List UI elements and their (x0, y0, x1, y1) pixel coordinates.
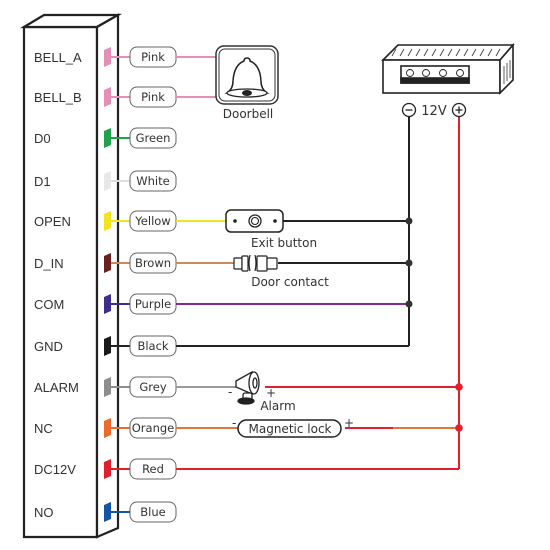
pin-label: ALARM (34, 380, 79, 395)
pin-row-gnd: GND Black (34, 335, 177, 357)
pin-row-alarm: ALARM Grey (34, 376, 177, 398)
wire-color-swatch (104, 336, 111, 356)
pin-label: D0 (34, 131, 51, 146)
pin-row-d-in: D_IN Brown (34, 252, 177, 274)
wire-color-swatch (104, 47, 111, 67)
pin-label: NC (34, 421, 53, 436)
wire-color-swatch (104, 211, 111, 231)
pin-row-com: COM Purple (34, 293, 177, 315)
lock-plus: + (344, 416, 354, 430)
wire-color-swatch (104, 294, 111, 314)
pin-label: D1 (34, 174, 51, 189)
pin-label: GND (34, 339, 63, 354)
wire-color-swatch (104, 377, 111, 397)
power-supply-icon (381, 42, 515, 95)
negative-bus (176, 117, 410, 347)
wire-color-label: Orange (132, 421, 175, 435)
wire-color-swatch (104, 459, 111, 479)
exit-button-icon (225, 209, 284, 233)
power-plus-terminal (451, 102, 467, 118)
door-contact-icon (233, 254, 278, 272)
pin-label: OPEN (34, 214, 71, 229)
door-contact-label: Door contact (251, 275, 329, 289)
wire-color-swatch (104, 87, 111, 107)
wiring-diagram: BELL_A Pink BELL_B Pink D0 Green D1 White OPEN Ye… (20, 13, 515, 539)
pin-label: BELL_B (34, 90, 82, 105)
wire-color-label: Black (137, 339, 168, 353)
wire-color-swatch (104, 502, 111, 522)
doorbell-wires (176, 56, 216, 98)
wire-color-swatch (104, 418, 111, 438)
wire-color-label: Red (142, 462, 164, 476)
wire-color-swatch (104, 253, 111, 273)
pin-row-bell-b: BELL_B Pink (34, 86, 177, 108)
doorbell-icon (215, 45, 279, 105)
alarm-siren-icon (235, 370, 260, 405)
magnetic-lock-label: Magnetic lock (249, 422, 332, 436)
wire-color-label: Blue (140, 505, 165, 519)
pin-label: BELL_A (34, 50, 82, 65)
lock-minus: - (232, 416, 236, 430)
wire-color-label: Pink (141, 90, 165, 104)
pin-row-dc12v: DC12V Red (34, 458, 177, 480)
pin-label: COM (34, 297, 64, 312)
alarm-minus: - (228, 385, 232, 399)
doorbell-label: Doorbell (223, 107, 274, 121)
pin-label: DC12V (34, 462, 76, 477)
wire-color-label: Purple (135, 297, 171, 311)
exit-button-label: Exit button (251, 236, 317, 250)
wire-color-label: Brown (135, 256, 171, 270)
wire-color-label: Green (136, 131, 171, 145)
pin-label: D_IN (34, 256, 64, 271)
wire-color-swatch (104, 128, 111, 148)
power-minus-terminal (401, 102, 417, 118)
pin-label: NO (34, 505, 54, 520)
power-voltage-label: 12V (421, 104, 447, 119)
wire-color-label: Yellow (134, 214, 170, 228)
pin-row-bell-a: BELL_A Pink (34, 46, 177, 68)
positive-bus (176, 117, 460, 470)
pin-row-open: OPEN Yellow (34, 210, 177, 232)
wire-color-label: Grey (139, 380, 166, 394)
alarm-label: Alarm (260, 399, 295, 413)
wire-color-swatch (104, 171, 111, 191)
magnetic-lock-icon: Magnetic lock (237, 419, 342, 438)
wire-color-label: White (136, 174, 169, 188)
wire-color-label: Pink (141, 50, 165, 64)
alarm-plus: + (266, 386, 276, 400)
